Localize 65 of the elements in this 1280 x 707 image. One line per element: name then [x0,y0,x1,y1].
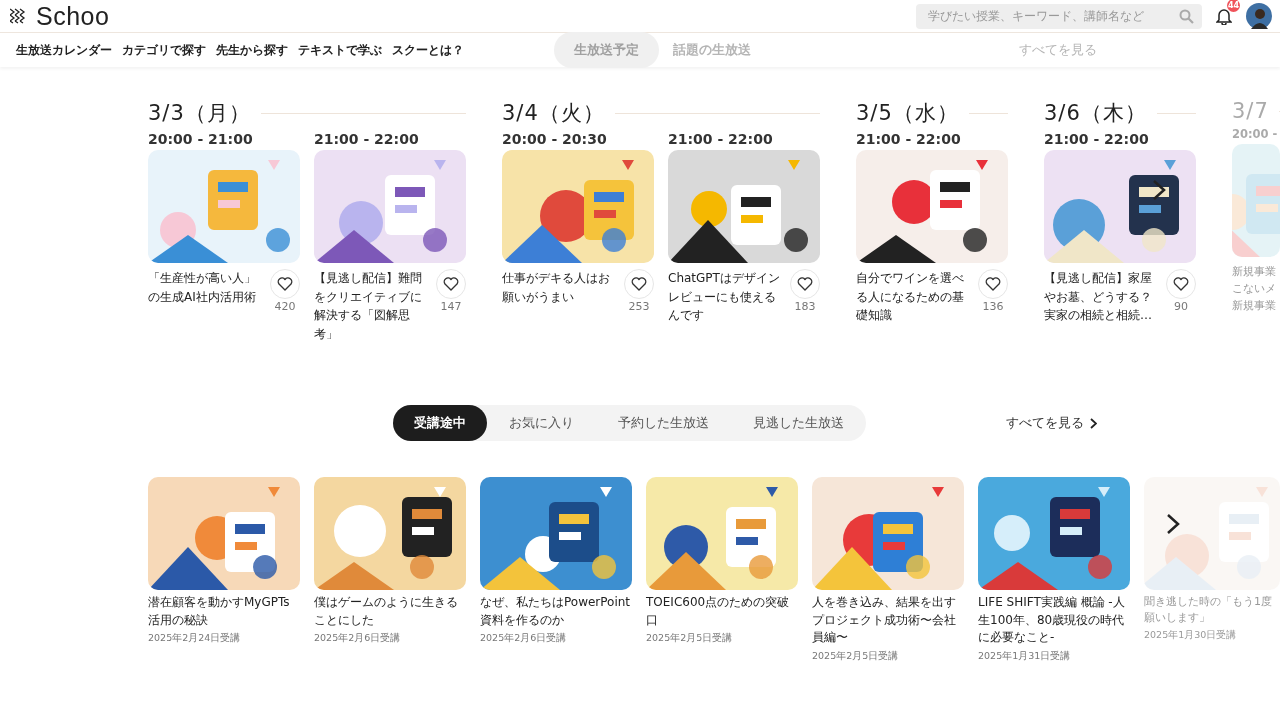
heart-icon [1173,277,1189,291]
like-button[interactable] [790,269,820,299]
see-all-link[interactable]: すべてを見る [1006,414,1097,433]
search-field[interactable]: 学びたい授業、キーワード、講師名など [916,3,1202,29]
chevron-icon [1090,417,1097,429]
lecture-title[interactable]: 人を巻き込み、結果を出すプロジェクト成功術〜会社員編〜 [812,594,964,647]
like-count: 420 [274,300,296,313]
time-range: 21:00 - 22:00 [314,131,420,147]
tab[interactable]: 予約した生放送 [596,405,731,442]
like-count: 90 [1174,300,1188,313]
nav-link[interactable]: カテゴリで探す [122,41,206,59]
date-heading: 3/5（水） [856,100,959,127]
lecture-title[interactable]: 「生産性が高い人」の生成AI社内活用術 [148,269,266,313]
like-button[interactable] [978,269,1008,299]
tab[interactable]: 受講途中 [393,405,487,442]
lecture-title[interactable]: ChatGPTはデザインレビューにも使えるんです [668,269,786,325]
time-range: 21:00 - 22:00 [1044,131,1150,147]
tab[interactable]: 見逃した生放送 [731,405,866,442]
nav-link[interactable]: スクーとは？ [392,41,464,59]
lecture-title[interactable]: 潜在顧客を動かすMyGPTs活用の秘訣 [148,594,300,630]
lecture-title[interactable]: 仕事がデキる人はお願いがうまい [502,269,620,313]
watched-date: 2025年2月6日受講 [480,632,568,646]
heart-icon [985,277,1001,291]
logo-text[interactable]: Schoo [36,1,110,31]
like-count: 183 [794,300,816,313]
time-range: 21:00 - 22:00 [668,131,774,147]
nav-link[interactable]: 先生から探す [216,41,288,59]
heart-icon [631,277,647,291]
tab[interactable]: お気に入り [487,405,596,442]
time-range: 20:00 - 21:00 [148,131,254,147]
like-button[interactable] [436,269,466,299]
heart-icon [277,277,293,291]
like-count: 147 [440,300,462,313]
nav-link[interactable]: 生放送カレンダー [16,41,112,59]
lecture-title[interactable]: 自分でワインを選べる人になるための基礎知識 [856,269,974,325]
lecture-title[interactable]: 【見逃し配信】難問をクリエイティブに解決する「図解思考」 [314,269,432,344]
date-heading: 3/7 [1232,99,1269,123]
watched-date: 2025年2月5日受講 [812,649,900,663]
like-count: 253 [628,300,650,313]
lecture-title[interactable]: 僕はゲームのように生きることにした [314,594,466,630]
heart-icon [797,277,813,291]
nav-link[interactable]: テキストで学ぶ [298,41,382,59]
watched-date: 2025年1月30日受講 [1144,629,1238,643]
like-button[interactable] [1166,269,1196,299]
date-heading: 3/6（木） [1044,100,1147,127]
watched-date: 2025年2月6日受講 [314,632,402,646]
lecture-title[interactable]: TOEIC600点のための突破口 [646,594,798,630]
date-heading: 3/3（月） [148,100,251,127]
notification-badge: 44 [1227,0,1240,12]
watched-date: 2025年2月24日受講 [148,632,242,646]
bell-icon[interactable] [1216,7,1232,25]
lecture-title[interactable]: 【見逃し配信】家屋やお墓、どうする？実家の相続と相続… [1044,269,1162,325]
watched-date: 2025年1月31日受講 [978,649,1072,663]
like-button[interactable] [624,269,654,299]
lecture-title[interactable]: LIFE SHIFT実践編 概論 -人生100年、80歳現役の時代に必要なこと- [978,594,1130,647]
time-range: 20:00 - [1232,127,1279,141]
avatar[interactable] [1246,3,1272,29]
lecture-title[interactable]: なぜ、私たちはPowerPoint資料を作るのか [480,594,632,630]
time-range: 20:00 - 20:30 [502,131,608,147]
heart-icon [443,277,459,291]
watched-date: 2025年2月5日受講 [646,632,734,646]
time-range: 21:00 - 22:00 [856,131,962,147]
like-button[interactable] [270,269,300,299]
date-heading: 3/4（火） [502,100,605,127]
like-count: 136 [982,300,1004,313]
